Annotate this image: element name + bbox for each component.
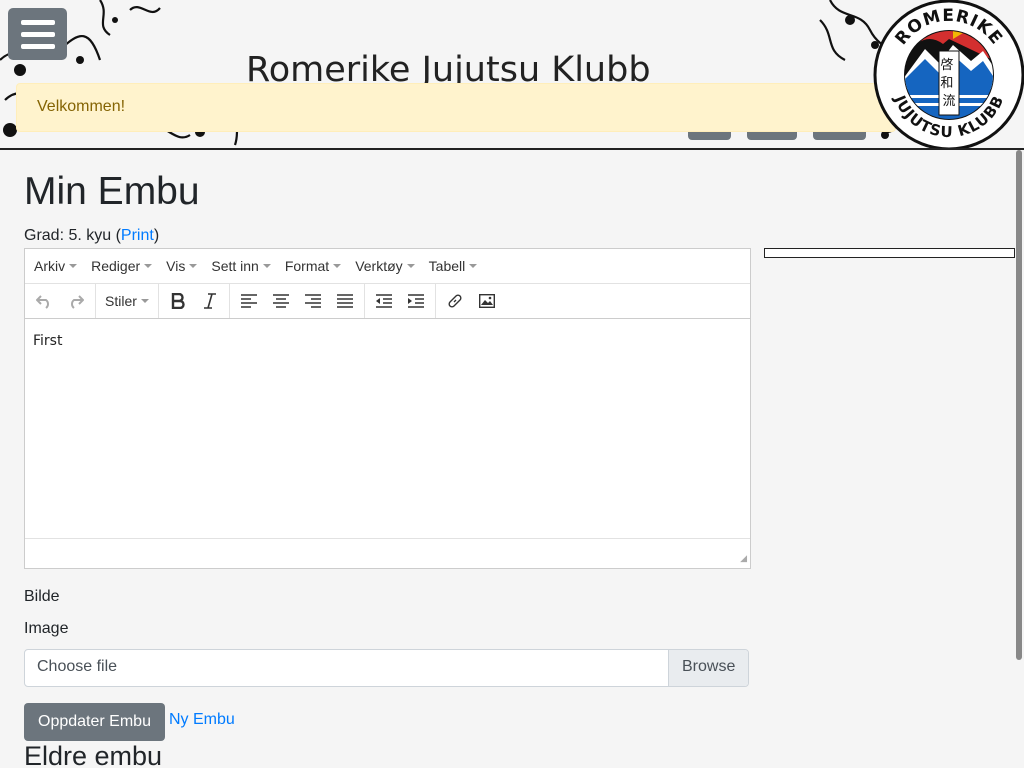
older-embu-heading: Eldre embu: [24, 741, 163, 768]
browse-button[interactable]: Browse: [668, 650, 748, 686]
page-scrollbar[interactable]: [1016, 150, 1022, 660]
align-justify-button[interactable]: [329, 287, 361, 315]
format-group: [159, 284, 230, 318]
bold-icon: [171, 293, 185, 309]
rich-text-editor: Arkiv Rediger Vis Sett inn Format Verktø…: [24, 248, 751, 569]
menu-label: Verktøy: [355, 258, 403, 274]
bold-button[interactable]: [162, 287, 194, 315]
menu-label: Vis: [166, 258, 186, 274]
align-group: [230, 284, 365, 318]
styles-dropdown[interactable]: Stiler: [99, 287, 155, 315]
caret-down-icon: [469, 264, 478, 268]
caret-down-icon: [144, 264, 153, 268]
caret-down-icon: [69, 264, 78, 268]
update-embu-button[interactable]: Oppdater Embu: [24, 703, 165, 741]
indent-button[interactable]: [400, 287, 432, 315]
undo-button[interactable]: [28, 287, 60, 315]
caret-down-icon: [262, 264, 271, 268]
hamburger-icon: [20, 19, 55, 25]
file-input-text[interactable]: Choose file: [25, 650, 668, 686]
menu-format[interactable]: Format: [278, 258, 348, 274]
indent-group: [365, 284, 436, 318]
caret-down-icon: [333, 264, 342, 268]
logo-kanji-3: 流: [942, 94, 955, 109]
align-left-icon: [240, 294, 257, 308]
italic-button[interactable]: [194, 287, 226, 315]
bilde-label: Bilde: [24, 588, 60, 605]
logo-kanji-1: 啓: [940, 58, 953, 73]
image-file-input[interactable]: Choose file Browse: [24, 649, 749, 687]
styles-label: Stiler: [105, 293, 137, 309]
logo-kanji-2: 和: [940, 76, 953, 91]
indent-icon: [407, 294, 424, 308]
editor-statusbar: ◢: [25, 539, 750, 567]
svg-text:啓 和 流: 啓 和 流: [940, 58, 957, 109]
align-right-icon: [304, 294, 321, 308]
hamburger-menu-button[interactable]: [8, 8, 67, 60]
page-title: Min Embu: [24, 170, 200, 213]
menu-label: Arkiv: [34, 258, 66, 274]
image-icon: [478, 294, 495, 308]
menu-label: Rediger: [91, 258, 141, 274]
align-left-button[interactable]: [233, 287, 265, 315]
editor-toolbar: Stiler: [25, 284, 750, 319]
editor-content[interactable]: First: [25, 319, 750, 539]
resize-handle-icon[interactable]: ◢: [740, 553, 747, 564]
redo-button[interactable]: [60, 287, 92, 315]
grade-text: Grad: 5. kyu (: [24, 227, 121, 244]
history-group: [25, 284, 96, 318]
side-panel: [764, 248, 1015, 258]
editor-menubar: Arkiv Rediger Vis Sett inn Format Verktø…: [25, 249, 750, 284]
menu-rediger[interactable]: Rediger: [84, 258, 159, 274]
outdent-icon: [375, 294, 392, 308]
menu-vis[interactable]: Vis: [159, 258, 204, 274]
link-button[interactable]: [439, 287, 471, 315]
menu-label: Sett inn: [211, 258, 259, 274]
menu-tabell[interactable]: Tabell: [422, 258, 485, 274]
outdent-button[interactable]: [368, 287, 400, 315]
align-center-icon: [272, 294, 289, 308]
print-link[interactable]: Print: [121, 227, 154, 244]
hamburger-icon-bar: [20, 31, 55, 37]
align-center-button[interactable]: [265, 287, 297, 315]
new-embu-link[interactable]: Ny Embu: [169, 711, 235, 729]
club-logo[interactable]: 啓 和 流 ROMERIKE JUJUTSU KLUBB: [873, 0, 1024, 150]
menu-label: Tabell: [428, 258, 466, 274]
align-justify-icon: [336, 294, 353, 308]
menu-verktoy[interactable]: Verktøy: [348, 258, 421, 274]
welcome-alert: Velkommen!: [16, 83, 896, 132]
redo-icon: [71, 295, 84, 309]
hamburger-icon-bar: [20, 43, 55, 49]
caret-down-icon: [189, 264, 198, 268]
insert-group: [436, 284, 506, 318]
grade-suffix: ): [153, 227, 160, 244]
undo-icon: [36, 295, 49, 309]
italic-icon: [203, 293, 216, 309]
site-header: Romerike Jujutsu Klubb Velkommen! 啓 和 流 …: [0, 0, 1024, 150]
image-button[interactable]: [471, 287, 503, 315]
image-label: Image: [24, 620, 69, 637]
grade-line: Grad: 5. kyu (Print): [24, 227, 159, 245]
styles-group: Stiler: [96, 284, 159, 318]
menu-arkiv[interactable]: Arkiv: [27, 258, 84, 274]
menu-sett-inn[interactable]: Sett inn: [204, 258, 277, 274]
link-icon: [448, 294, 462, 308]
caret-down-icon: [406, 264, 415, 268]
menu-label: Format: [284, 258, 330, 274]
caret-down-icon: [140, 299, 149, 303]
align-right-button[interactable]: [297, 287, 329, 315]
